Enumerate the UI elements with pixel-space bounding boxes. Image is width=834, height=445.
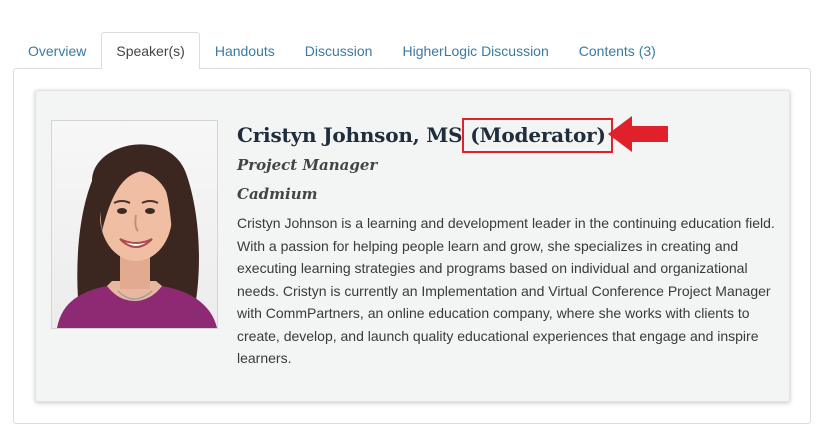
speaker-organization: Cadmium bbox=[237, 185, 318, 203]
tab-higherlogic-discussion[interactable]: HigherLogic Discussion bbox=[387, 32, 563, 68]
speaker-bio: Cristyn Johnson is a learning and develo… bbox=[237, 215, 775, 366]
left-arrow-icon bbox=[608, 114, 670, 159]
portrait-image bbox=[52, 121, 217, 328]
speaker-card: Cristyn Johnson, MS (Moderator) Project … bbox=[35, 90, 790, 402]
tab-bar: Overview Speaker(s) Handouts Discussion … bbox=[13, 32, 671, 69]
speaker-title: Project Manager bbox=[237, 156, 378, 174]
tab-contents[interactable]: Contents (3) bbox=[564, 32, 671, 68]
role-highlight-box: (Moderator) bbox=[462, 118, 613, 153]
tab-panel: Cristyn Johnson, MS (Moderator) Project … bbox=[13, 68, 811, 424]
speaker-heading: Cristyn Johnson, MS (Moderator) bbox=[237, 118, 613, 153]
tab-handouts[interactable]: Handouts bbox=[200, 32, 290, 68]
speaker-name: Cristyn Johnson, MS bbox=[237, 123, 463, 147]
speaker-photo bbox=[51, 120, 218, 329]
tab-overview[interactable]: Overview bbox=[13, 32, 101, 68]
speaker-role: (Moderator) bbox=[470, 123, 606, 147]
tab-speakers[interactable]: Speaker(s) bbox=[101, 32, 200, 69]
tab-discussion[interactable]: Discussion bbox=[290, 32, 388, 68]
